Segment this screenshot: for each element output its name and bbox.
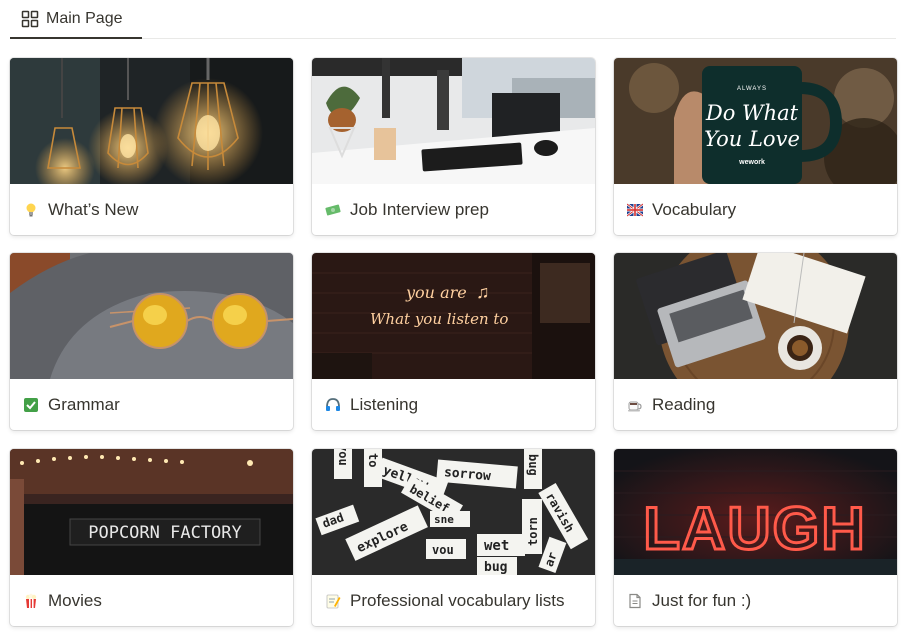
laugh-neon-text: LAUGH [643, 495, 866, 562]
money-icon [324, 201, 342, 219]
card-caption: Movies [10, 575, 293, 626]
gallery-card-whats-new[interactable]: What’s New [10, 58, 293, 235]
card-cover-image: POPCORN FACTORY [10, 449, 293, 575]
headphones-icon [324, 396, 342, 414]
lightbulb-icon [22, 201, 40, 219]
word-tile: you [336, 449, 350, 466]
page-icon [626, 592, 644, 610]
card-title: Reading [652, 394, 716, 414]
word-tile: vou [432, 543, 454, 557]
card-title: What’s New [48, 199, 139, 219]
card-title: Professional vocabulary lists [350, 590, 565, 610]
card-caption: What’s New [10, 184, 293, 235]
tab-label: Main Page [46, 9, 123, 27]
gallery-card-just-for-fun[interactable]: LAUGH Just for fun :) [614, 449, 897, 626]
card-cover-image [312, 58, 595, 184]
word-tile: to [366, 453, 380, 467]
gallery-card-movies[interactable]: POPCORN FACTORY Movies [10, 449, 293, 626]
word-tile: wet [484, 538, 509, 554]
card-title: Listening [350, 394, 419, 414]
gallery-card-professional-vocabulary-lists[interactable]: you to yellow sorrow belief bug explore … [312, 449, 595, 626]
view-tabs: Main Page [10, 0, 896, 39]
neon-text-line1: you are [405, 283, 467, 302]
card-title: Vocabulary [652, 199, 737, 219]
gallery-card-reading[interactable]: Reading [614, 253, 897, 430]
coffee-icon [626, 396, 644, 414]
popcorn-icon [22, 592, 40, 610]
card-cover-image [10, 253, 293, 379]
card-cover-image: LAUGH [614, 449, 897, 575]
checkmark-icon [22, 396, 40, 414]
gallery-card-vocabulary[interactable]: ALWAYS Do What You Love wework Vocabular… [614, 58, 897, 235]
card-caption: Vocabulary [614, 184, 897, 235]
card-cover-image [10, 58, 293, 184]
card-caption: Professional vocabulary lists [312, 575, 595, 626]
gallery-icon [21, 10, 39, 27]
card-caption: Grammar [10, 379, 293, 430]
card-title: Grammar [48, 394, 120, 414]
mug-text-brand: wework [738, 159, 765, 166]
card-cover-image: you are What you listen to ♫ [312, 253, 595, 379]
gallery-card-job-interview-prep[interactable]: Job Interview prep [312, 58, 595, 235]
card-cover-image: you to yellow sorrow belief bug explore … [312, 449, 595, 575]
card-cover-image: ALWAYS Do What You Love wework [614, 58, 897, 184]
neon-text-line2: What you listen to [370, 310, 508, 328]
word-tile: bug [484, 560, 507, 575]
uk-flag-icon [626, 201, 644, 219]
tab-main-page[interactable]: Main Page [10, 0, 142, 39]
gallery-card-grammar[interactable]: Grammar [10, 253, 293, 430]
word-tile: sne [434, 513, 454, 526]
card-title: Just for fun :) [652, 590, 752, 610]
card-cover-image [614, 253, 897, 379]
word-tile: torn [526, 517, 540, 546]
card-caption: Reading [614, 379, 897, 430]
word-tile: bug [526, 454, 540, 476]
card-caption: Listening [312, 379, 595, 430]
svg-text:♫: ♫ [476, 282, 490, 302]
gallery-card-listening[interactable]: you are What you listen to ♫ Listening [312, 253, 595, 430]
mug-text-line1: Do What [705, 101, 799, 125]
marquee-text: POPCORN FACTORY [88, 523, 242, 543]
mug-text-always: ALWAYS [737, 86, 767, 92]
memo-icon [324, 592, 342, 610]
mug-text-line2: You Love [704, 127, 800, 151]
card-caption: Job Interview prep [312, 184, 595, 235]
card-title: Movies [48, 590, 102, 610]
card-title: Job Interview prep [350, 199, 489, 219]
card-caption: Just for fun :) [614, 575, 897, 626]
